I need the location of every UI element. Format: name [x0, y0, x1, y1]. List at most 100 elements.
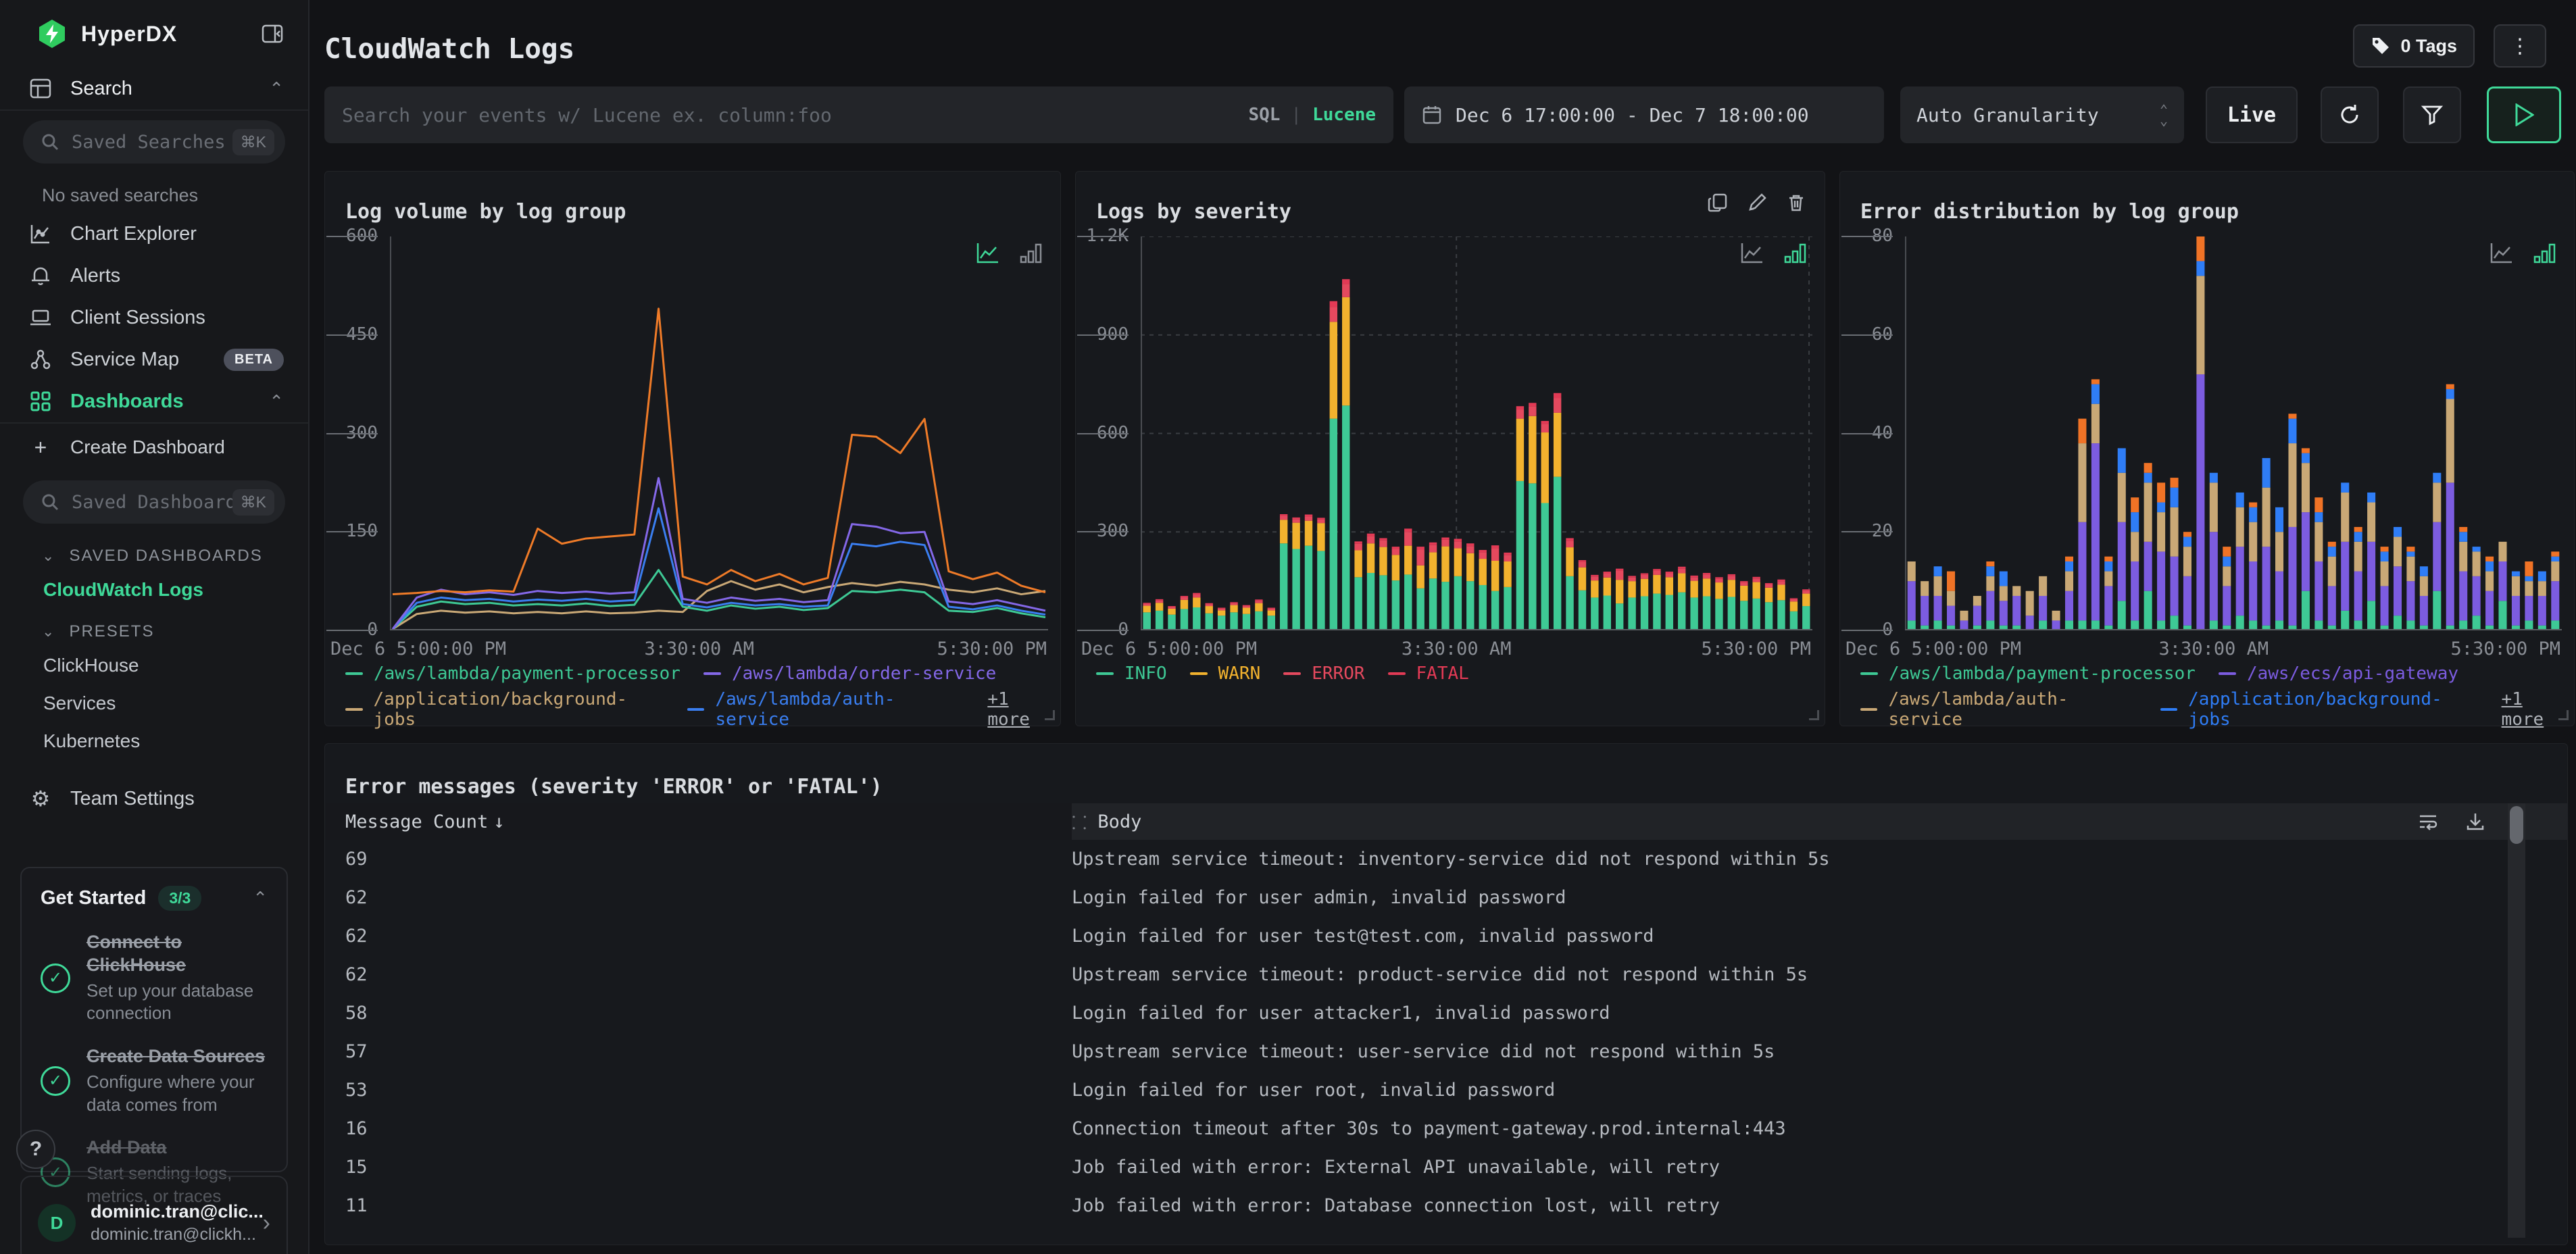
sidebar-item-alerts[interactable]: Alerts: [0, 255, 308, 297]
saved-searches-input[interactable]: [72, 131, 232, 153]
table-row[interactable]: 62 Upstream service timeout: product-serv…: [325, 955, 2567, 994]
legend-item[interactable]: /application/background-jobs: [2160, 689, 2479, 730]
panel-resize-handle[interactable]: [1809, 710, 1819, 720]
chevron-up-icon[interactable]: ⌃: [253, 888, 268, 909]
legend-item[interactable]: WARN: [1189, 663, 1260, 684]
dashboard-menu-button[interactable]: ⋮: [2494, 24, 2546, 68]
run-query-button[interactable]: [2487, 86, 2561, 143]
table-row[interactable]: 62 Login failed for user admin, invalid p…: [325, 878, 2567, 917]
legend-label: ERROR: [1312, 663, 1365, 684]
sidebar-preset-clickhouse[interactable]: ClickHouse: [0, 647, 308, 684]
search-icon: [41, 493, 59, 511]
presets-section[interactable]: ⌄ PRESETS: [0, 609, 308, 647]
table-row[interactable]: 53 Login failed for user root, invalid pa…: [325, 1071, 2567, 1109]
live-button[interactable]: Live: [2206, 86, 2298, 143]
cell-body: Job failed with error: External API unav…: [1072, 1157, 1720, 1178]
legend-item[interactable]: INFO: [1096, 663, 1167, 684]
table-row[interactable]: 15 Job failed with error: External API un…: [325, 1148, 2567, 1186]
tags-button[interactable]: 0 Tags: [2353, 24, 2475, 68]
column-label: Body: [1097, 811, 1142, 832]
lucene-toggle[interactable]: Lucene: [1312, 105, 1376, 125]
table-row[interactable]: 11 Job failed with error: Database connec…: [325, 1186, 2567, 1225]
column-label: Message Count: [345, 811, 489, 832]
get-started-step-connect[interactable]: ✓ Connect to ClickHouse Set up your data…: [41, 931, 268, 1025]
saved-searches-search[interactable]: ⌘K: [23, 120, 285, 164]
legend-swatch: [345, 672, 363, 675]
delete-icon[interactable]: [1785, 192, 1807, 214]
table-title: Error messages (severity 'ERROR' or 'FAT…: [345, 775, 883, 799]
user-email: dominic.tran@clickh...: [91, 1225, 256, 1244]
table-row[interactable]: 58 Login failed for user attacker1, inval…: [325, 994, 2567, 1032]
sidebar-preset-services[interactable]: Services: [0, 684, 308, 722]
page-title: CloudWatch Logs: [324, 32, 575, 65]
legend-item[interactable]: /aws/lambda/auth-service: [687, 689, 964, 730]
table-row[interactable]: 16 Connection timeout after 30s to paymen…: [325, 1109, 2567, 1148]
legend-item[interactable]: /aws/lambda/order-service: [703, 663, 996, 684]
sidebar-item-chart-explorer[interactable]: Chart Explorer: [0, 213, 308, 255]
column-header-body[interactable]: ⸬ Body: [1072, 803, 2567, 840]
legend-item[interactable]: /aws/lambda/auth-service: [1860, 689, 2137, 730]
panel-error-messages: Error messages (severity 'ERROR' or 'FAT…: [324, 743, 2568, 1245]
help-button[interactable]: ?: [16, 1130, 55, 1169]
granularity-select[interactable]: Auto Granularity ⌃ ⌄: [1900, 86, 2184, 143]
table-scrollbar[interactable]: [2508, 803, 2525, 1238]
check-circle-icon: ✓: [41, 963, 70, 993]
x-tick-label: Dec 6 5:00:00 PM: [1081, 638, 1258, 659]
granularity-value: Auto Granularity: [1916, 103, 2099, 126]
drag-handle-icon[interactable]: ⸬: [1072, 809, 1088, 834]
user-card[interactable]: D dominic.tran@clic... dominic.tran@clic…: [20, 1176, 288, 1254]
date-range-picker[interactable]: Dec 6 17:00:00 - Dec 7 18:00:00: [1404, 86, 1884, 143]
sidebar-dashboard-cloudwatch-logs[interactable]: CloudWatch Logs: [0, 571, 308, 609]
legend-item[interactable]: /aws/ecs/api-gateway: [2218, 663, 2458, 684]
x-tick-label: 5:30:00 PM: [2450, 638, 2560, 659]
legend-item[interactable]: /aws/lambda/payment-processor: [345, 663, 680, 684]
cell-body: Login failed for user admin, invalid pas…: [1072, 887, 1566, 908]
sidebar-item-team-settings[interactable]: ⚙ Team Settings: [0, 778, 308, 820]
sidebar-collapse-icon[interactable]: [261, 22, 284, 45]
wrap-text-icon[interactable]: [2417, 811, 2439, 832]
filter-button[interactable]: [2403, 86, 2461, 143]
sidebar-item-dashboards[interactable]: Dashboards ⌃: [0, 380, 308, 422]
scrollbar-thumb[interactable]: [2510, 806, 2523, 844]
sidebar-item-label: Dashboards: [70, 390, 184, 412]
legend-label: /aws/lambda/payment-processor: [1889, 663, 2196, 684]
chart-plot[interactable]: [1905, 236, 2562, 630]
plus-icon: +: [34, 434, 47, 459]
legend-swatch: [2160, 708, 2178, 711]
sql-toggle[interactable]: SQL: [1248, 105, 1280, 125]
chevron-up-icon[interactable]: ⌃: [269, 391, 284, 412]
get-started-step-sources[interactable]: ✓ Create Data Sources Configure where yo…: [41, 1045, 268, 1116]
table-row[interactable]: 57 Upstream service timeout: user-service…: [325, 1032, 2567, 1071]
cell-message-count: 69: [345, 849, 368, 870]
chevron-up-icon[interactable]: ⌃: [269, 78, 284, 99]
y-tick-mark: [1841, 334, 1893, 336]
duplicate-icon[interactable]: [1707, 192, 1729, 214]
saved-dashboards-input[interactable]: [72, 491, 232, 513]
table-row[interactable]: 62 Login failed for user test@test.com, i…: [325, 917, 2567, 955]
edit-icon[interactable]: [1746, 192, 1768, 214]
saved-dashboards-section[interactable]: ⌄ SAVED DASHBOARDS: [0, 533, 308, 571]
panel-resize-handle[interactable]: [1045, 710, 1055, 720]
refresh-button[interactable]: [2321, 86, 2379, 143]
legend-more-link[interactable]: +1 more: [2502, 689, 2574, 730]
sidebar-item-client-sessions[interactable]: Client Sessions: [0, 297, 308, 338]
download-icon[interactable]: [2464, 811, 2486, 832]
legend-item[interactable]: ERROR: [1283, 663, 1365, 684]
legend-item[interactable]: FATAL: [1387, 663, 1469, 684]
divider: [0, 109, 308, 111]
legend-more-link[interactable]: +1 more: [987, 689, 1060, 730]
legend-item[interactable]: /aws/lambda/payment-processor: [1860, 663, 2196, 684]
sidebar-item-search[interactable]: Search ⌃: [0, 68, 308, 109]
table-row[interactable]: 69 Upstream service timeout: inventory-se…: [325, 840, 2567, 878]
sidebar-item-service-map[interactable]: Service Map BETA: [0, 338, 308, 380]
x-tick-label: 3:30:00 AM: [2158, 638, 2269, 659]
search-input[interactable]: [342, 103, 1249, 126]
sidebar-preset-kubernetes[interactable]: Kubernetes: [0, 722, 308, 760]
panel-resize-handle[interactable]: [2558, 710, 2569, 720]
saved-dashboards-search[interactable]: ⌘K: [23, 480, 285, 524]
chart-plot[interactable]: [390, 236, 1048, 630]
chart-plot[interactable]: [1141, 236, 1812, 630]
legend-item[interactable]: /application/background-jobs: [345, 689, 664, 730]
create-dashboard-button[interactable]: + Create Dashboard: [0, 424, 308, 471]
column-header-message-count[interactable]: Message Count ↓: [325, 803, 1072, 840]
